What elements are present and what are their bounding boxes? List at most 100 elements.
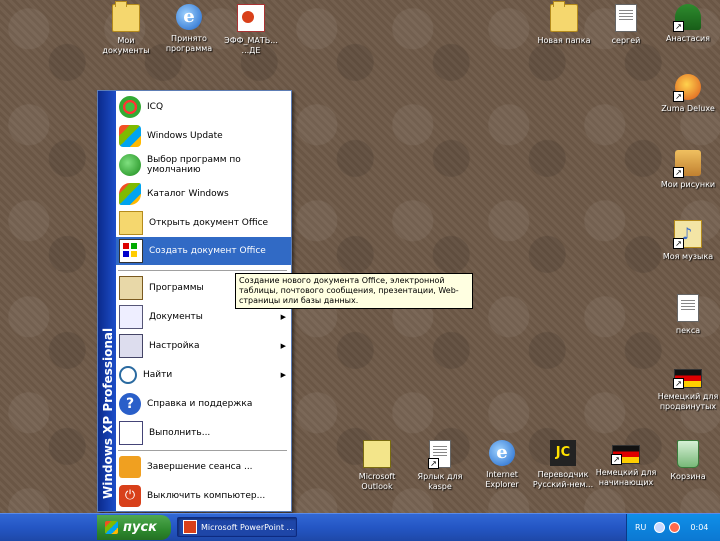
shortcut-arrow-icon: ↗ <box>673 378 684 389</box>
clock[interactable]: 0:04 <box>690 523 708 532</box>
desktop-icon-label: Корзина <box>670 472 706 481</box>
desktop-icon-label: сергей <box>611 36 641 45</box>
language-indicator[interactable]: RU <box>635 523 646 532</box>
document-icon <box>615 4 637 32</box>
submenu-arrow-icon: ▶ <box>280 342 286 350</box>
internet-explorer-icon: e <box>176 4 202 30</box>
start-menu-banner: Windows XP Professional <box>98 91 116 511</box>
shortcut-arrow-icon: ↗ <box>611 454 622 465</box>
german-flag-icon: ↗ <box>611 445 640 465</box>
menu-item-label: ICQ <box>147 102 164 112</box>
desktop-icon-peksa[interactable]: пекса <box>656 294 720 336</box>
menu-item-label: Программы <box>149 283 204 293</box>
menu-item-run[interactable]: Выполнить... <box>116 419 291 447</box>
menu-item-icq[interactable]: ICQ <box>116 93 291 121</box>
menu-item-open-office-doc[interactable]: Открыть документ Office <box>116 209 291 237</box>
desktop-icon-ppt-file[interactable]: ЭФФ_МАТЬ... ...ДЕ <box>219 4 283 56</box>
shortcut-arrow-icon: ↗ <box>673 21 684 32</box>
desktop-icon-label: пекса <box>675 326 701 335</box>
desktop-icon-label: Переводчик Русский-нем... <box>532 470 594 489</box>
menu-item-windows-catalog[interactable]: Каталог Windows <box>116 180 291 208</box>
outlook-icon <box>363 440 391 468</box>
folder-icon <box>112 1 140 32</box>
desktop-icon-label: Принято программа <box>165 34 213 53</box>
program-icon: ↗ <box>428 440 451 469</box>
default-programs-icon <box>119 154 141 176</box>
desktop-icon-new-folder[interactable]: Новая папка <box>532 1 596 46</box>
help-icon: ? <box>119 393 141 415</box>
menu-item-windows-update[interactable]: Windows Update <box>116 122 291 150</box>
windows-logo-icon <box>105 521 118 534</box>
folder-icon <box>550 1 578 32</box>
desktop-icon-my-music[interactable]: ↗ Моя музыка <box>656 220 720 262</box>
recycle-bin-icon <box>677 440 699 468</box>
menu-item-search[interactable]: Найти ▶ <box>116 361 291 389</box>
shortcut-arrow-icon: ↗ <box>673 238 684 249</box>
desktop-icon-sergey[interactable]: сергей <box>594 4 658 46</box>
desktop-icon-label: Моя музыка <box>662 252 714 261</box>
desktop-icon-recycle-bin[interactable]: Корзина <box>656 440 720 482</box>
open-office-doc-icon <box>119 211 143 235</box>
desktop-icon-label: Мои документы <box>102 36 150 55</box>
desktop-icon-program[interactable]: e Принято программа <box>157 4 221 54</box>
desktop-icon-german-beginners[interactable]: ↗ Немецкий для начинающих <box>594 440 658 488</box>
menu-item-label: Справка и поддержка <box>147 399 253 409</box>
translator-icon: JC <box>550 440 576 466</box>
menu-item-label: Выполнить... <box>149 428 211 438</box>
desktop-icon-label: Microsoft Outlook <box>358 472 396 491</box>
programs-icon <box>119 276 143 300</box>
tooltip: Создание нового документа Office, электр… <box>235 273 473 309</box>
shortcut-arrow-icon: ↗ <box>673 91 684 102</box>
desktop-icon-outlook[interactable]: Microsoft Outlook <box>345 440 409 492</box>
menu-item-label: Каталог Windows <box>147 189 229 199</box>
menu-item-shut-down[interactable]: ⏻ Выключить компьютер... <box>116 482 291 510</box>
menu-item-label: Завершение сеанса ... <box>147 462 253 472</box>
tree-icon: ↗ <box>673 4 701 32</box>
shortcut-arrow-icon: ↗ <box>428 458 439 469</box>
desktop-icon-zuma[interactable]: ↗ Zuma Deluxe <box>656 74 720 114</box>
powerpoint-icon <box>183 520 197 534</box>
desktop-icon-translator[interactable]: JC Переводчик Русский-нем... <box>531 440 595 490</box>
taskbar-button-powerpoint[interactable]: Microsoft PowerPoint ... <box>177 517 297 537</box>
menu-item-label: Создать документ Office <box>149 246 266 256</box>
document-icon <box>677 294 699 322</box>
music-folder-icon: ↗ <box>673 220 702 249</box>
desktop-icon-internet-explorer[interactable]: e Internet Explorer <box>470 440 534 490</box>
powerpoint-doc-icon <box>237 4 265 32</box>
menu-item-label: Документы <box>149 312 203 322</box>
menu-item-label: Открыть документ Office <box>149 218 269 228</box>
desktop-icon-label: Мои рисунки <box>660 180 716 189</box>
shut-down-icon: ⏻ <box>119 485 141 507</box>
search-icon <box>119 366 137 384</box>
submenu-arrow-icon: ▶ <box>280 371 286 379</box>
menu-item-label: Настройка <box>149 341 200 351</box>
german-flag-icon: ↗ <box>673 369 702 389</box>
zuma-icon: ↗ <box>673 74 701 102</box>
security-icon[interactable] <box>669 522 681 533</box>
menu-item-settings[interactable]: Настройка ▶ <box>116 332 291 360</box>
desktop-icon-kaspe[interactable]: ↗ Ярлык для kaspe <box>408 440 472 492</box>
menu-item-new-office-doc[interactable]: Создать документ Office <box>116 237 291 265</box>
start-button[interactable]: пуск <box>97 515 171 540</box>
network-icon[interactable] <box>654 522 666 533</box>
pictures-folder-icon: ↗ <box>673 150 701 178</box>
desktop-icon-label: Новая папка <box>537 36 591 45</box>
windows-catalog-icon <box>119 183 141 205</box>
menu-item-default-programs[interactable]: Выбор программ по умолчанию <box>116 151 291 179</box>
menu-separator <box>118 450 287 451</box>
desktop-icon-label: Немецкий для начинающих <box>595 468 657 487</box>
run-icon <box>119 421 143 445</box>
menu-item-log-off[interactable]: Завершение сеанса ... <box>116 453 291 481</box>
menu-item-help[interactable]: ? Справка и поддержка <box>116 390 291 418</box>
system-tray: RU 0:04 <box>626 514 720 541</box>
desktop-icon-anastasia[interactable]: ↗ Анастасия <box>656 4 720 44</box>
icq-icon <box>119 96 141 118</box>
desktop-icon-my-documents[interactable]: Мои документы <box>94 1 158 56</box>
taskbar: пуск Microsoft PowerPoint ... RU 0:04 <box>0 513 720 541</box>
menu-item-label: Выбор программ по умолчанию <box>147 155 241 175</box>
taskbar-button-label: Microsoft PowerPoint ... <box>201 522 295 532</box>
desktop-icon-my-pictures[interactable]: ↗ Мои рисунки <box>656 150 720 190</box>
settings-icon <box>119 334 143 358</box>
desktop-icon-german-advanced[interactable]: ↗ Немецкий для продвинутых <box>656 364 720 412</box>
log-off-icon <box>119 456 141 478</box>
